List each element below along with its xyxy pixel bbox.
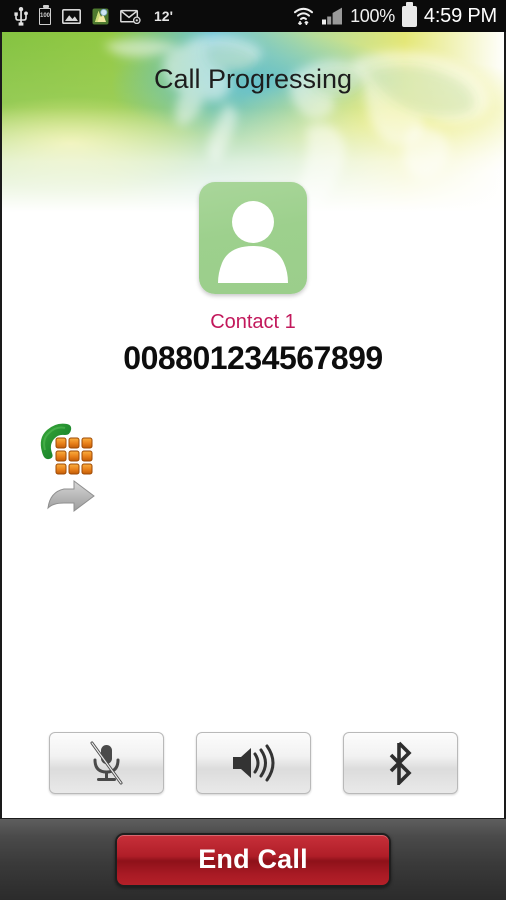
clock-label: 4:59 PM <box>423 4 497 27</box>
call-progressing-screen: 100 12' 100% 4:59 PM Call Progressing Co… <box>0 0 506 900</box>
contact-name: Contact 1 <box>210 311 296 333</box>
status-bar-left-icons: 100 12' <box>14 5 293 26</box>
side-actions <box>36 420 102 514</box>
email-icon <box>120 9 141 24</box>
battery-full-icon <box>401 1 417 27</box>
battery-percent-label: 100% <box>350 5 395 26</box>
bluetooth-button[interactable] <box>342 732 458 794</box>
mic-muted-icon <box>90 741 123 785</box>
wifi-icon <box>293 6 314 26</box>
cellular-signal-icon <box>321 7 343 25</box>
bottom-bar: End Call <box>0 818 506 900</box>
left-edge-border <box>0 32 2 818</box>
status-bar-right-icons: 100% 4:59 PM <box>293 1 497 28</box>
temperature-label: 12' <box>154 8 173 24</box>
bluetooth-icon <box>389 741 412 785</box>
usb-icon <box>14 6 28 26</box>
contact-avatar-placeholder-icon <box>218 201 288 283</box>
call-controls <box>0 732 506 794</box>
battery-100-icon: 100 <box>39 5 51 25</box>
dialpad-icon[interactable] <box>36 420 96 476</box>
speaker-button[interactable] <box>195 732 311 794</box>
maps-app-icon <box>92 8 109 25</box>
contact-number: 008801234567899 <box>123 340 383 376</box>
screenshot-image-icon <box>62 8 81 24</box>
end-call-button[interactable]: End Call <box>115 832 391 887</box>
forward-arrow-icon[interactable] <box>46 478 98 514</box>
page-title: Call Progressing <box>153 64 353 94</box>
speaker-icon <box>233 744 275 782</box>
mute-button[interactable] <box>48 732 164 794</box>
status-bar: 100 12' 100% 4:59 PM <box>0 0 506 32</box>
avatar <box>199 182 307 294</box>
